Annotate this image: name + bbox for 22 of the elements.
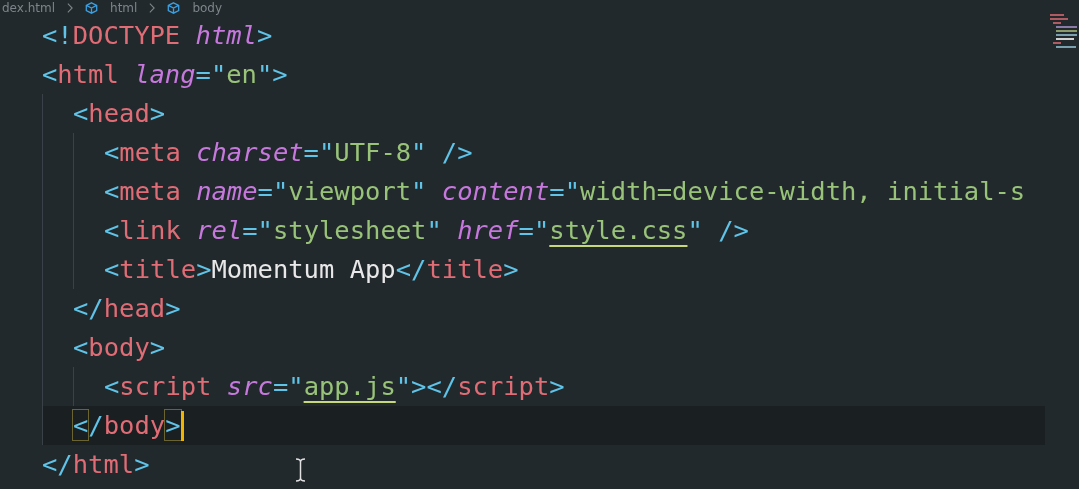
code-line: <html lang="en"> — [42, 58, 288, 91]
cube-icon — [167, 2, 181, 14]
code-line: <meta charset="UTF-8" /> — [104, 136, 473, 169]
chevron-icon — [149, 3, 156, 13]
text-caret — [180, 410, 184, 441]
chevron-icon — [67, 3, 74, 13]
code-line: <title>Momentum App</title> — [104, 253, 519, 286]
code-line: <!DOCTYPE html> — [42, 19, 273, 52]
breadcrumb-item[interactable]: html — [110, 0, 138, 16]
code-line: </html> — [42, 448, 150, 481]
code-line: </head> — [73, 292, 181, 325]
code-line: <meta name="viewport" content="width=device-width, initial-s — [104, 175, 1026, 208]
text-cursor-icon — [295, 458, 306, 482]
minimap-drawing — [1050, 14, 1077, 50]
code-line: <body> — [73, 331, 166, 364]
code-line: </body> — [73, 409, 181, 442]
breadcrumb-item[interactable]: body — [192, 0, 223, 16]
code-line: <link rel="stylesheet" href="style.css" /> — [104, 214, 749, 247]
breadcrumb-item[interactable]: dex.html — [2, 0, 56, 16]
code-line: <script src="app.js"></script> — [104, 370, 565, 403]
cube-icon — [85, 2, 99, 14]
code-line: <head> — [73, 97, 166, 130]
